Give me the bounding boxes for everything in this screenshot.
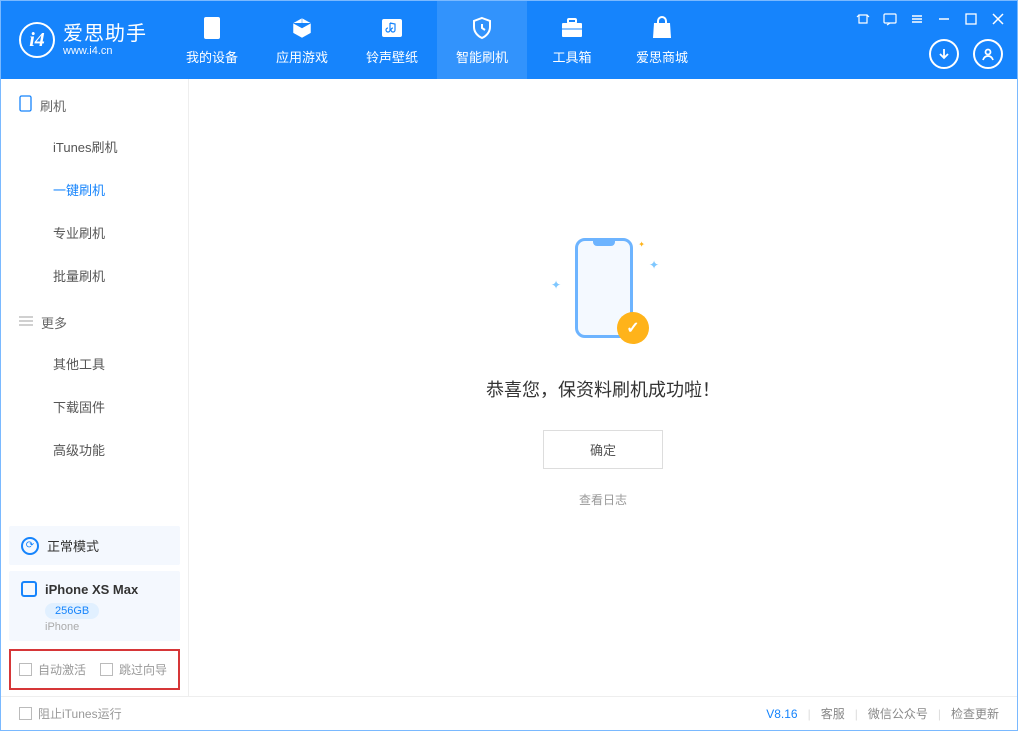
nav-tabs: 我的设备 应用游戏 铃声壁纸 智能刷机 工具箱 爱思商城 (167, 1, 707, 79)
version-label: V8.16 (766, 707, 797, 721)
checkbox-label: 阻止iTunes运行 (38, 705, 122, 722)
tab-label: 铃声壁纸 (366, 47, 418, 66)
tab-ringtones[interactable]: 铃声壁纸 (347, 1, 437, 79)
checkbox-block-itunes[interactable]: 阻止iTunes运行 (19, 705, 122, 722)
tab-label: 智能刷机 (456, 47, 508, 66)
sparkle-icon: ✦ (638, 240, 645, 249)
footer-link-support[interactable]: 客服 (821, 705, 845, 722)
mode-label: 正常模式 (47, 536, 99, 555)
menu-icon[interactable] (909, 11, 924, 26)
tab-store[interactable]: 爱思商城 (617, 1, 707, 79)
sidebar: 刷机 iTunes刷机 一键刷机 专业刷机 批量刷机 更多 其他工具 下载固件 … (1, 79, 189, 696)
feedback-icon[interactable] (882, 11, 897, 26)
section-header-flash: 刷机 (1, 79, 188, 125)
sidebar-item-other-tools[interactable]: 其他工具 (1, 342, 188, 385)
sidebar-item-pro-flash[interactable]: 专业刷机 (1, 211, 188, 254)
download-button[interactable] (929, 39, 959, 69)
bag-icon (649, 15, 675, 41)
checkbox-label: 跳过向导 (119, 661, 167, 678)
checkbox-auto-activate[interactable]: 自动激活 (19, 661, 86, 678)
app-url: www.i4.cn (63, 45, 147, 57)
checkbox-icon (19, 707, 32, 720)
user-button[interactable] (973, 39, 1003, 69)
logo-icon: i4 (19, 22, 55, 58)
app-title: 爱思助手 (63, 23, 147, 45)
device-card[interactable]: iPhone XS Max 256GB iPhone (9, 571, 180, 641)
tab-label: 我的设备 (186, 47, 238, 66)
section-title: 刷机 (40, 96, 66, 115)
sidebar-item-batch-flash[interactable]: 批量刷机 (1, 254, 188, 297)
success-message: 恭喜您，保资料刷机成功啦！ (486, 376, 720, 402)
minimize-button[interactable] (936, 11, 951, 26)
tab-apps-games[interactable]: 应用游戏 (257, 1, 347, 79)
shield-icon (469, 15, 495, 41)
sidebar-item-onekey-flash[interactable]: 一键刷机 (1, 168, 188, 211)
sidebar-item-download-firmware[interactable]: 下载固件 (1, 385, 188, 428)
main-content: ✦ ✦ ✦ ✓ 恭喜您，保资料刷机成功啦！ 确定 查看日志 (189, 79, 1017, 696)
ok-button[interactable]: 确定 (543, 430, 663, 469)
cube-icon (289, 15, 315, 41)
section-title: 更多 (41, 313, 67, 332)
checkbox-icon (100, 663, 113, 676)
logo[interactable]: i4 爱思助手 www.i4.cn (19, 22, 147, 58)
sparkle-icon: ✦ (649, 258, 659, 272)
maximize-button[interactable] (963, 11, 978, 26)
music-folder-icon (379, 15, 405, 41)
tab-smart-flash[interactable]: 智能刷机 (437, 1, 527, 79)
footer-bar: 阻止iTunes运行 V8.16 | 客服 | 微信公众号 | 检查更新 (1, 696, 1017, 730)
mode-card[interactable]: ⟳ 正常模式 (9, 526, 180, 565)
checkbox-label: 自动激活 (38, 661, 86, 678)
list-icon (19, 315, 33, 330)
briefcase-icon (559, 15, 585, 41)
footer-link-wechat[interactable]: 微信公众号 (868, 705, 928, 722)
success-illustration: ✦ ✦ ✦ ✓ (543, 228, 663, 358)
skin-icon[interactable] (855, 11, 870, 26)
tab-my-device[interactable]: 我的设备 (167, 1, 257, 79)
sidebar-item-advanced[interactable]: 高级功能 (1, 428, 188, 471)
flash-options-row: 自动激活 跳过向导 (9, 649, 180, 690)
tab-label: 应用游戏 (276, 47, 328, 66)
device-name: iPhone XS Max (45, 582, 138, 597)
device-storage: 256GB (45, 603, 99, 619)
sparkle-icon: ✦ (551, 278, 561, 292)
footer-link-update[interactable]: 检查更新 (951, 705, 999, 722)
section-header-more: 更多 (1, 297, 188, 342)
check-badge-icon: ✓ (617, 312, 649, 344)
checkbox-icon (19, 663, 32, 676)
device-type: iPhone (45, 621, 168, 633)
phone-icon (199, 15, 225, 41)
close-button[interactable] (990, 11, 1005, 26)
view-log-link[interactable]: 查看日志 (579, 491, 627, 508)
mode-icon: ⟳ (21, 537, 39, 555)
sidebar-item-itunes-flash[interactable]: iTunes刷机 (1, 125, 188, 168)
tab-toolbox[interactable]: 工具箱 (527, 1, 617, 79)
device-icon (21, 581, 37, 597)
checkbox-skip-wizard[interactable]: 跳过向导 (100, 661, 167, 678)
header-bar: i4 爱思助手 www.i4.cn 我的设备 应用游戏 铃声壁纸 智能刷机 工具… (1, 1, 1017, 79)
header-right (929, 39, 1003, 69)
tab-label: 爱思商城 (636, 47, 688, 66)
phone-outline-icon (19, 95, 32, 115)
window-controls (855, 11, 1005, 26)
tab-label: 工具箱 (552, 47, 591, 66)
